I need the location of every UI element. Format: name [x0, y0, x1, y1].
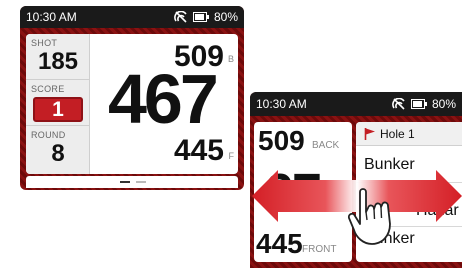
shot-label: SHOT — [31, 38, 58, 48]
front-suffix: F — [228, 151, 235, 161]
battery-icon — [192, 12, 209, 22]
front-distance: 445 — [256, 228, 303, 259]
score-label: SCORE — [31, 84, 65, 94]
shot-stat[interactable]: SHOT 185 — [26, 34, 90, 80]
no-signal-icon — [174, 11, 188, 23]
tutorial-stage: 10:30 AM 80% SHOT 185 SCORE 1 ROUND 8 50… — [0, 0, 462, 268]
hole-header: Hole 1 — [356, 122, 462, 146]
front-distance: 445 — [173, 134, 224, 167]
back-suffix: B — [227, 54, 234, 64]
back-label: BACK — [312, 140, 340, 151]
status-bar: 10:30 AM 80% — [20, 6, 244, 28]
battery-icon — [410, 99, 427, 109]
round-label: ROUND — [31, 130, 66, 140]
status-icons: 80% — [392, 97, 456, 111]
status-bar: 10:30 AM 80% — [250, 92, 462, 116]
score-stat[interactable]: SCORE 1 — [26, 80, 90, 126]
device-screen-distance: 10:30 AM 80% SHOT 185 SCORE 1 ROUND 8 50… — [20, 6, 244, 190]
score-badge: 1 — [33, 97, 83, 122]
page-dot-active — [120, 181, 130, 183]
distance-panel: SHOT 185 SCORE 1 ROUND 8 509 B 467 445 F — [26, 34, 238, 174]
center-distance: 467 — [108, 60, 219, 138]
front-label: FRONT — [302, 244, 337, 255]
page-indicator — [26, 176, 238, 188]
status-icons: 80% — [174, 10, 238, 24]
shot-value: 185 — [37, 48, 79, 75]
hand-pointer-icon — [347, 188, 391, 245]
battery-percent: 80% — [213, 10, 238, 24]
hole-title: Hole 1 — [380, 127, 415, 141]
stats-column: SHOT 185 SCORE 1 ROUND 8 — [26, 34, 90, 174]
back-distance: 509 — [258, 125, 305, 156]
round-stat[interactable]: ROUND 8 — [26, 126, 90, 172]
flag-icon — [364, 127, 376, 146]
status-time: 10:30 AM — [256, 97, 307, 111]
page-dot-inactive — [136, 181, 146, 183]
round-value: 8 — [51, 140, 65, 167]
battery-percent: 80% — [431, 97, 456, 111]
no-signal-icon — [392, 98, 406, 110]
score-value: 1 — [52, 98, 64, 121]
status-time: 10:30 AM — [26, 10, 77, 24]
